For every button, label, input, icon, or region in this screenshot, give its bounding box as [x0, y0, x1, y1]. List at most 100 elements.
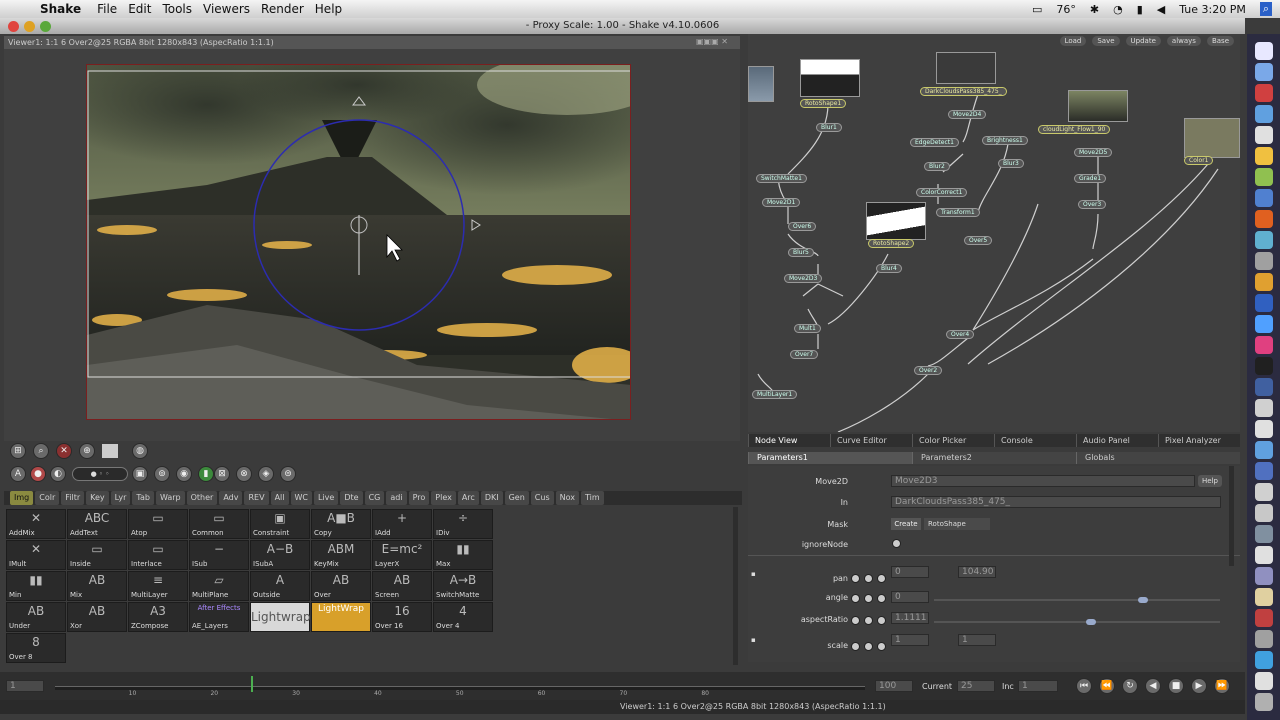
tool-tab[interactable]: Warp: [155, 491, 185, 505]
timeline-end-field[interactable]: 100: [875, 680, 913, 692]
node[interactable]: MultiLayer1: [752, 390, 798, 399]
dock-app-icon[interactable]: [1255, 462, 1273, 480]
node-thumbnail[interactable]: [1068, 90, 1128, 122]
pan-link-icon[interactable]: [864, 574, 873, 583]
dock-app-icon[interactable]: [1255, 483, 1273, 501]
node[interactable]: RotoShape1: [800, 99, 847, 108]
dock-app-icon[interactable]: [1255, 294, 1273, 312]
tool-tab[interactable]: adi: [386, 491, 407, 505]
swatch-icon[interactable]: [102, 444, 118, 458]
dock-app-icon[interactable]: [1255, 252, 1273, 270]
dock-app-icon[interactable]: [1255, 231, 1273, 249]
tool-tab[interactable]: Key: [86, 491, 109, 505]
tool-button[interactable]: ▭ Common: [189, 509, 249, 539]
tool-button[interactable]: 8 Over 8: [6, 633, 66, 663]
angle-slider[interactable]: [934, 597, 1220, 603]
tool-tab[interactable]: Filtr: [61, 491, 85, 505]
tool-button[interactable]: LightWrap: [311, 602, 371, 632]
zoom-icon[interactable]: ⌕: [33, 443, 49, 459]
screen-icon[interactable]: ▭: [1032, 3, 1042, 16]
tool-button[interactable]: ✕ IMult: [6, 540, 66, 570]
params-scrollbar[interactable]: [1229, 466, 1234, 566]
tool-tab[interactable]: REV: [244, 491, 269, 505]
aspect-keyframe-icon[interactable]: [851, 616, 860, 625]
dock-app-icon[interactable]: [1255, 378, 1273, 396]
dock-app-icon[interactable]: [1255, 525, 1273, 543]
menu-render[interactable]: Render: [261, 2, 315, 16]
node[interactable]: RotoShape2: [868, 239, 915, 248]
tool-button[interactable]: ABC AddText: [67, 509, 127, 539]
step-back-icon[interactable]: ⏪: [1099, 678, 1115, 694]
spotlight-icon[interactable]: ⌕: [1259, 2, 1272, 16]
scale-expression-icon[interactable]: [877, 642, 886, 651]
scale-x-field[interactable]: 1: [891, 634, 929, 646]
node-view[interactable]: Load Save Update always Base RotoShape1 …: [748, 34, 1240, 432]
dock-app-icon[interactable]: [1255, 84, 1273, 102]
dock-app-icon[interactable]: [1255, 126, 1273, 144]
tool-button[interactable]: ≡ MultiLayer: [128, 571, 188, 601]
pan-x-field[interactable]: 0: [891, 566, 929, 578]
node-thumbnail[interactable]: [748, 66, 774, 102]
wifi-icon[interactable]: ◔: [1113, 3, 1123, 16]
overlay-icon[interactable]: ◉: [176, 466, 192, 482]
tool-button[interactable]: A→B SwitchMatte: [433, 571, 493, 601]
battery-icon[interactable]: ▮: [1137, 3, 1143, 16]
play-back-icon[interactable]: ◀: [1145, 678, 1161, 694]
tool-tab[interactable]: Gen: [504, 491, 529, 505]
node[interactable]: Move2D4: [948, 110, 987, 119]
dock-app-icon[interactable]: [1255, 336, 1273, 354]
in-field[interactable]: DarkCloudsPass385_475_: [891, 496, 1221, 508]
dock-app-icon[interactable]: [1255, 630, 1273, 648]
tool-button[interactable]: ▭ Inside: [67, 540, 127, 570]
angle-slider-handle[interactable]: [1138, 597, 1149, 603]
node[interactable]: Over4: [946, 330, 975, 339]
menu-viewers[interactable]: Viewers: [203, 2, 261, 16]
tab-node-view[interactable]: Node View: [748, 434, 830, 447]
tool-button[interactable]: AB Xor: [67, 602, 127, 632]
bluetooth-icon[interactable]: ✱: [1090, 3, 1099, 16]
tool-button[interactable]: ▭ Atop: [128, 509, 188, 539]
color-icon[interactable]: ◍: [132, 443, 148, 459]
tool-button[interactable]: A■B Copy: [311, 509, 371, 539]
tool-button[interactable]: ✕ AddMix: [6, 509, 66, 539]
tool-button[interactable]: 16 Over 16: [372, 602, 432, 632]
tool-button[interactable]: + IAdd: [372, 509, 432, 539]
scale-y-field[interactable]: 1: [958, 634, 996, 646]
scale-keyframe-icon[interactable]: [851, 642, 860, 651]
tool-button[interactable]: E=mc² LayerX: [372, 540, 432, 570]
aspect-link-icon[interactable]: [864, 616, 873, 625]
tab-color-picker[interactable]: Color Picker: [912, 434, 994, 447]
tool-button[interactable]: AB Over: [311, 571, 371, 601]
node[interactable]: Color1: [1184, 156, 1214, 165]
tool-button[interactable]: A Outside: [250, 571, 310, 601]
first-frame-icon[interactable]: ⏮: [1076, 678, 1092, 694]
pan-y-field[interactable]: 104.90: [958, 566, 996, 578]
menu-file[interactable]: File: [97, 2, 128, 16]
dock-app-icon[interactable]: [1255, 357, 1273, 375]
frame-icon[interactable]: ▣: [132, 466, 148, 482]
dock-app-icon[interactable]: [1255, 567, 1273, 585]
stop-icon[interactable]: ■: [1168, 678, 1184, 694]
tab-parameters2[interactable]: Parameters2: [912, 452, 1076, 464]
tool-button[interactable]: ▭ Interlace: [128, 540, 188, 570]
mask-create-button[interactable]: Create: [891, 518, 921, 530]
playhead[interactable]: [251, 676, 254, 692]
scale-link-icon[interactable]: [864, 642, 873, 651]
dock-app-icon[interactable]: [1255, 504, 1273, 522]
pan-expression-icon[interactable]: [877, 574, 886, 583]
tool-tab[interactable]: Plex: [431, 491, 456, 505]
node[interactable]: SwitchMatte1: [756, 174, 807, 183]
lookup-icon[interactable]: ▮: [198, 466, 214, 482]
tool-button[interactable]: ABM KeyMix: [311, 540, 371, 570]
wipe-icon[interactable]: ⊗: [236, 466, 252, 482]
tool-scrollbar[interactable]: [733, 507, 738, 665]
dock-app-icon[interactable]: [1255, 399, 1273, 417]
tool-tab[interactable]: CG: [364, 491, 385, 505]
tool-button[interactable]: ÷ IDiv: [433, 509, 493, 539]
tool-button[interactable]: A3 ZCompose: [128, 602, 188, 632]
dock-app-icon[interactable]: [1255, 105, 1273, 123]
angle-field[interactable]: 0: [891, 591, 929, 603]
angle-expression-icon[interactable]: [877, 594, 886, 603]
node[interactable]: EdgeDetect1: [910, 138, 959, 147]
node[interactable]: Mult1: [794, 324, 821, 333]
